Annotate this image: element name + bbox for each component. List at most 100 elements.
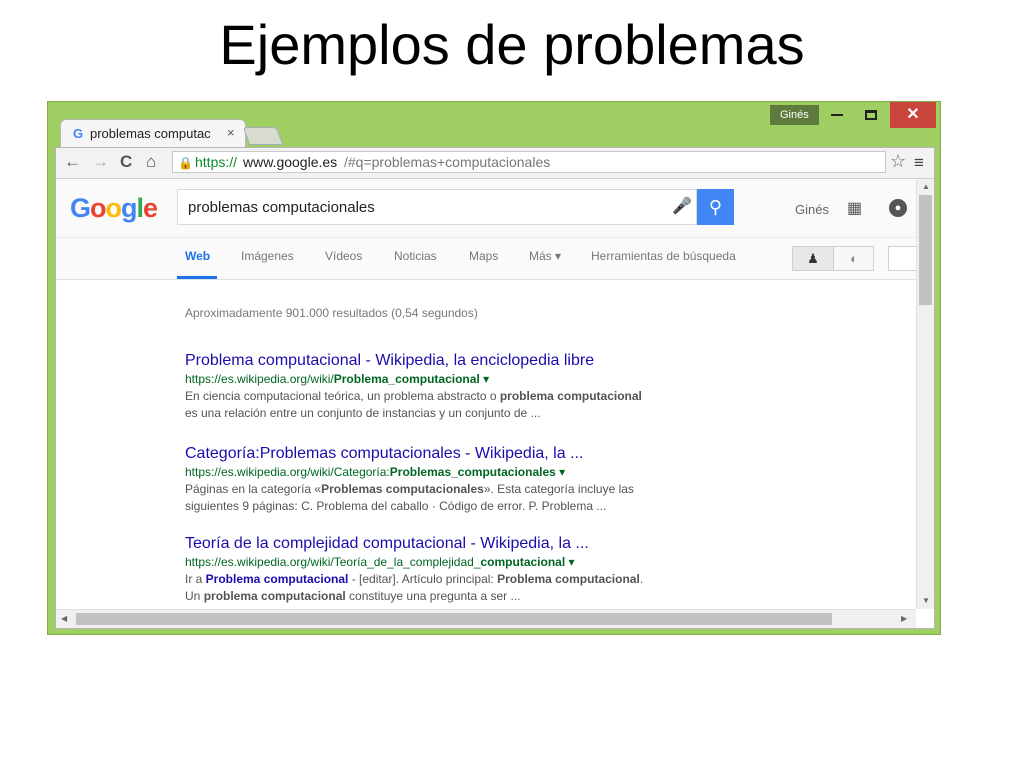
close-window-button[interactable]: ✕ [890, 102, 936, 128]
snippet-text: Páginas en la categoría « [185, 482, 322, 496]
forward-arrow-icon[interactable]: → [92, 152, 109, 172]
active-tab-underline [177, 276, 217, 279]
result-url-highlight: computacional [480, 555, 566, 569]
url-scheme: https:// [195, 154, 238, 170]
browser-tab[interactable]: G problemas computac × [60, 119, 246, 148]
google-logo[interactable]: Google [70, 193, 158, 224]
logo-letter: o [105, 193, 122, 223]
snippet-highlight: problema computacional [499, 389, 642, 403]
snippet-link[interactable]: Problema computacional [206, 572, 349, 586]
browser-toolbar: ← → C ⌂ 🔒 https:// www.google.es /#q=pro… [56, 148, 934, 179]
url-dropdown-icon[interactable]: ▾ [565, 555, 575, 569]
scroll-right-icon[interactable]: ▶ [901, 614, 907, 623]
search-button[interactable]: ⚲ [697, 189, 734, 225]
url-host: www.google.es [243, 154, 338, 170]
snippet-text: . [639, 572, 644, 586]
result-snippet: Páginas en la categoría «Problemas compu… [185, 481, 885, 498]
google-user-name[interactable]: Ginés [795, 202, 829, 217]
google-favicon-icon: G [73, 126, 84, 141]
result-snippet: es una relación entre un conjunto de ins… [185, 405, 885, 422]
maximize-icon [865, 110, 877, 121]
lock-icon: 🔒 [178, 156, 193, 170]
tab-web[interactable]: Web [185, 249, 210, 263]
global-results-icon[interactable]: ◐ [834, 247, 874, 270]
window-user-badge[interactable]: Ginés [770, 105, 819, 125]
snippet-text: En ciencia computacional teórica, un pro… [185, 389, 500, 403]
search-result: Problema computacional - Wikipedia, la e… [185, 351, 885, 422]
reload-icon[interactable]: C [120, 152, 132, 172]
minimize-button[interactable] [820, 102, 854, 128]
address-bar[interactable]: 🔒 https:// www.google.es /#q=problemas+c… [172, 151, 886, 173]
home-icon[interactable]: ⌂ [146, 152, 156, 172]
snippet-highlight: problema computacional [203, 589, 346, 603]
result-url: https://es.wikipedia.org/wiki/Categoría:… [185, 464, 885, 481]
result-title-link[interactable]: Categoría:Problemas computacionales - Wi… [185, 444, 885, 464]
result-url-highlight: Problema_computacional [333, 372, 480, 386]
url-dropdown-icon[interactable]: ▾ [480, 372, 489, 386]
bookmark-star-icon[interactable]: ☆ [890, 151, 906, 172]
minimize-icon [831, 114, 843, 117]
apps-grid-icon[interactable]: ▦ [847, 198, 862, 218]
result-stats: Aproximadamente 901.000 resultados (0,54… [185, 306, 478, 320]
snippet-text: siguientes 9 páginas: C. Problema del ca… [185, 499, 607, 513]
logo-letter: g [121, 193, 137, 223]
snippet-text: - [editar]. Artículo principal: [348, 572, 498, 586]
result-snippet: En ciencia computacional teórica, un pro… [185, 388, 885, 405]
search-query: problemas computacionales [188, 199, 375, 216]
horizontal-scrollbar[interactable]: ◀ ▶ [56, 609, 916, 628]
url-dropdown-icon[interactable]: ▾ [556, 465, 565, 479]
snippet-text: ». Esta categoría incluye las [483, 482, 634, 496]
url-path: /#q=problemas+computacionales [344, 154, 551, 170]
result-url-base: https://es.wikipedia.org/wiki/Categoría: [185, 465, 390, 479]
search-icon: ⚲ [708, 197, 723, 217]
snippet-text: Ir a [185, 572, 206, 586]
tab-noticias[interactable]: Noticias [394, 249, 437, 263]
search-result: Categoría:Problemas computacionales - Wi… [185, 444, 885, 515]
result-url: https://es.wikipedia.org/wiki/Teoría_de_… [185, 554, 885, 571]
tab-vídeos[interactable]: Vídeos [325, 249, 362, 263]
close-icon: ✕ [906, 106, 920, 123]
result-title-link[interactable]: Teoría de la complejidad computacional -… [185, 534, 885, 554]
result-url-base: https://es.wikipedia.org/wiki/ [185, 372, 334, 386]
personal-results-icon[interactable]: ♟ [793, 247, 834, 270]
result-url-base: https://es.wikipedia.org/wiki/Teoría_de_… [185, 555, 481, 569]
microphone-icon[interactable]: 🎤 [672, 196, 692, 216]
browser-viewport: ← → C ⌂ 🔒 https:// www.google.es /#q=pro… [55, 147, 935, 629]
tab-herramientas-de-búsqueda[interactable]: Herramientas de búsqueda [591, 249, 736, 263]
result-snippet: Ir a Problema computacional - [editar]. … [185, 571, 885, 588]
scroll-left-icon[interactable]: ◀ [61, 614, 67, 623]
personal-results-toggle: ♟ ◐ [792, 246, 874, 271]
browser-window: Ginés ✕ G problemas computac × ← → C ⌂ 🔒… [47, 101, 941, 635]
scroll-down-icon[interactable]: ▼ [922, 596, 930, 605]
browser-menu-icon[interactable]: ≡ [914, 153, 924, 173]
horizontal-scroll-thumb[interactable] [76, 613, 832, 625]
new-tab-button[interactable] [242, 127, 284, 145]
result-url: https://es.wikipedia.org/wiki/Problema_c… [185, 371, 885, 388]
search-input[interactable]: problemas computacionales 🎤 [177, 189, 697, 225]
tab-close-icon[interactable]: × [227, 125, 235, 140]
tab-imágenes[interactable]: Imágenes [241, 249, 294, 263]
search-result: Teoría de la complejidad computacional -… [185, 534, 885, 605]
result-snippet: Un problema computacional constituye una… [185, 588, 885, 605]
scroll-up-icon[interactable]: ▲ [922, 182, 930, 191]
result-title-link[interactable]: Problema computacional - Wikipedia, la e… [185, 351, 885, 371]
result-url-highlight: Problemas_computacionales [389, 465, 556, 479]
snippet-text: constituye una pregunta a ser ... [345, 589, 521, 603]
snippet-highlight: Problema computacional [497, 572, 640, 586]
result-snippet: siguientes 9 páginas: C. Problema del ca… [185, 498, 885, 515]
logo-letter: o [90, 193, 106, 223]
back-arrow-icon[interactable]: ← [64, 152, 81, 172]
vertical-scroll-thumb[interactable] [919, 195, 932, 305]
tab-más[interactable]: Más ▾ [529, 249, 561, 263]
maximize-button[interactable] [854, 102, 888, 128]
logo-letter: e [143, 193, 158, 223]
snippet-highlight: Problemas computacionales [321, 482, 484, 496]
snippet-text: Un [185, 589, 204, 603]
notifications-icon[interactable]: ● [889, 199, 907, 217]
vertical-scrollbar[interactable]: ▲ ▼ [916, 179, 934, 609]
tab-maps[interactable]: Maps [469, 249, 498, 263]
settings-box[interactable] [888, 246, 918, 271]
tab-title: problemas computac [90, 126, 211, 141]
logo-letter: G [70, 193, 91, 223]
snippet-text: es una relación entre un conjunto de ins… [185, 406, 541, 420]
